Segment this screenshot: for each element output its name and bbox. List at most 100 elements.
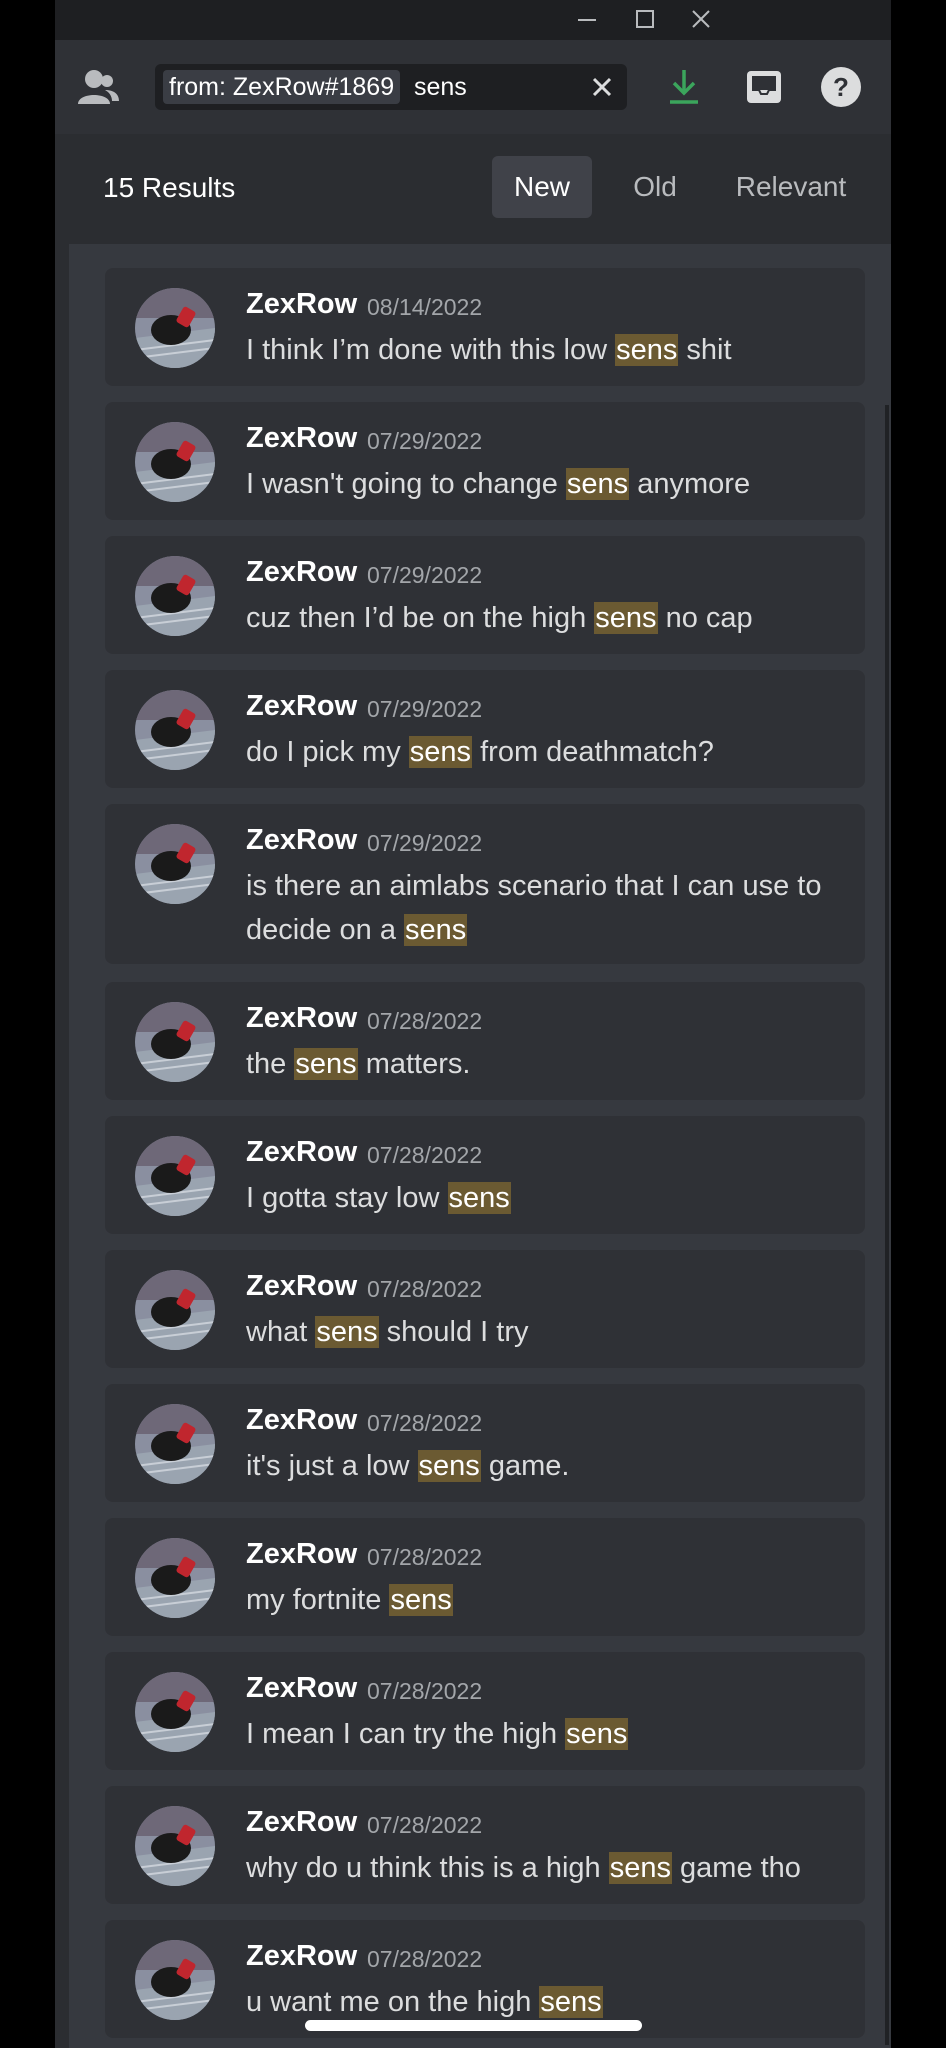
search-match-highlight: sens	[404, 914, 468, 946]
message-author[interactable]: ZexRow	[246, 690, 357, 723]
search-match-highlight: sens	[615, 334, 679, 366]
message-text: I think I’m done with this low sens shit	[246, 328, 846, 372]
search-result-item[interactable]: ZexRow 07/28/2022 what sens should I try	[105, 1250, 865, 1368]
avatar[interactable]	[135, 1136, 215, 1216]
message-author[interactable]: ZexRow	[246, 288, 357, 321]
message-author[interactable]: ZexRow	[246, 1806, 357, 1839]
results-header: 15 Results New Old Relevant	[55, 134, 891, 244]
message-author[interactable]: ZexRow	[246, 1002, 357, 1035]
avatar[interactable]	[135, 690, 215, 770]
message-text-before: is there an aimlabs scenario that I can …	[246, 870, 822, 946]
message-text-after: game.	[480, 1450, 570, 1482]
message-text: why do u think this is a high sens game …	[246, 1846, 846, 1890]
message-text: I mean I can try the high sens	[246, 1712, 846, 1756]
message-text-after: no cap	[657, 602, 753, 634]
avatar[interactable]	[135, 1404, 215, 1484]
message-text-before: cuz then I’d be on the high	[246, 602, 595, 634]
message-text: I wasn't going to change sens anymore	[246, 462, 846, 506]
download-icon[interactable]	[661, 64, 707, 110]
search-match-highlight: sens	[417, 1450, 481, 1482]
help-icon[interactable]: ?	[818, 64, 864, 110]
message-text-before: my fortnite	[246, 1584, 390, 1616]
search-match-highlight: sens	[389, 1584, 453, 1616]
search-query-text[interactable]: sens	[414, 70, 467, 104]
search-result-item[interactable]: ZexRow 07/29/2022 I wasn't going to change…	[105, 402, 865, 520]
message-date: 07/28/2022	[367, 1812, 483, 1838]
message-text: u want me on the high sens	[246, 1980, 846, 2024]
message-text-before: the	[246, 1048, 295, 1080]
avatar[interactable]	[135, 1806, 215, 1886]
message-author[interactable]: ZexRow	[246, 422, 357, 455]
maximize-icon[interactable]	[625, 4, 665, 34]
avatar[interactable]	[135, 288, 215, 368]
left-panel-edge	[55, 0, 69, 2048]
avatar[interactable]	[135, 1270, 215, 1350]
search-result-item[interactable]: ZexRow 07/28/2022 why do u think this is a…	[105, 1786, 865, 1904]
search-result-item[interactable]: ZexRow 07/28/2022 the sens matters.	[105, 982, 865, 1100]
message-author[interactable]: ZexRow	[246, 1404, 357, 1437]
clear-search-icon[interactable]	[587, 72, 617, 102]
search-result-item[interactable]: ZexRow 07/28/2022 my fortnite sens	[105, 1518, 865, 1636]
search-match-highlight: sens	[294, 1048, 358, 1080]
message-text: my fortnite sens	[246, 1578, 846, 1622]
results-count: 15 Results	[103, 172, 236, 203]
message-text-before: it's just a low	[246, 1450, 418, 1482]
search-result-item[interactable]: ZexRow 07/28/2022 it's just a low sens gam…	[105, 1384, 865, 1502]
message-author[interactable]: ZexRow	[246, 556, 357, 589]
avatar[interactable]	[135, 1002, 215, 1082]
avatar[interactable]	[135, 1672, 215, 1752]
avatar[interactable]	[135, 1940, 215, 2020]
search-result-item[interactable]: ZexRow 07/28/2022 I mean I can try the hig…	[105, 1652, 865, 1770]
message-date: 07/29/2022	[367, 830, 483, 856]
message-text-after: anymore	[629, 468, 751, 500]
message-text-before: what	[246, 1316, 316, 1348]
message-date: 07/29/2022	[367, 562, 483, 588]
message-text: the sens matters.	[246, 1042, 846, 1086]
message-text-before: I wasn't going to change	[246, 468, 566, 500]
message-text-after: shit	[678, 334, 732, 366]
search-result-item[interactable]: ZexRow 07/29/2022 is there an aimlabs scen…	[105, 804, 865, 964]
scrollbar[interactable]	[885, 405, 889, 2045]
message-date: 07/28/2022	[367, 1008, 483, 1034]
search-result-item[interactable]: ZexRow 07/29/2022 do I pick my sens from d…	[105, 670, 865, 788]
close-window-icon[interactable]	[681, 4, 721, 34]
message-author[interactable]: ZexRow	[246, 824, 357, 857]
message-text-before: I gotta stay low	[246, 1182, 448, 1214]
message-author[interactable]: ZexRow	[246, 1672, 357, 1705]
search-input[interactable]: from: ZexRow#1869 sens	[155, 64, 627, 110]
sort-tab-new[interactable]: New	[492, 156, 592, 218]
message-text: is there an aimlabs scenario that I can …	[246, 864, 846, 952]
sort-tab-old[interactable]: Old	[610, 156, 700, 218]
message-author[interactable]: ZexRow	[246, 1136, 357, 1169]
sort-tab-relevant[interactable]: Relevant	[721, 156, 861, 218]
search-result-item[interactable]: ZexRow 07/29/2022 cuz then I’d be on the h…	[105, 536, 865, 654]
message-text: I gotta stay low sens	[246, 1176, 846, 1220]
search-match-highlight: sens	[565, 468, 630, 500]
message-text: what sens should I try	[246, 1310, 846, 1354]
avatar[interactable]	[135, 1538, 215, 1618]
message-author[interactable]: ZexRow	[246, 1270, 357, 1303]
message-author[interactable]: ZexRow	[246, 1940, 357, 1973]
members-icon[interactable]	[75, 68, 121, 108]
toolbar: from: ZexRow#1869 sens ?	[55, 40, 891, 134]
message-text-before: u want me on the high	[246, 1986, 540, 2018]
message-date: 07/29/2022	[367, 428, 483, 454]
avatar[interactable]	[135, 556, 215, 636]
message-date: 08/14/2022	[367, 294, 483, 320]
home-indicator	[305, 2020, 642, 2031]
message-text-after: should I try	[378, 1316, 529, 1348]
message-date: 07/28/2022	[367, 1410, 483, 1436]
search-result-item[interactable]: ZexRow 08/14/2022 I think I’m done with th…	[105, 268, 865, 386]
search-match-highlight: sens	[565, 1718, 629, 1750]
search-match-highlight: sens	[608, 1852, 672, 1884]
inbox-icon[interactable]	[741, 64, 787, 110]
minimize-icon[interactable]	[567, 4, 607, 34]
avatar[interactable]	[135, 422, 215, 502]
search-match-highlight: sens	[315, 1316, 379, 1348]
search-result-item[interactable]: ZexRow 07/28/2022 I gotta stay low sens	[105, 1116, 865, 1234]
search-match-highlight: sens	[594, 602, 658, 634]
avatar[interactable]	[135, 824, 215, 904]
search-filter-chip[interactable]: from: ZexRow#1869	[163, 70, 401, 104]
message-author[interactable]: ZexRow	[246, 1538, 357, 1571]
message-text-before: do I pick my	[246, 736, 409, 768]
